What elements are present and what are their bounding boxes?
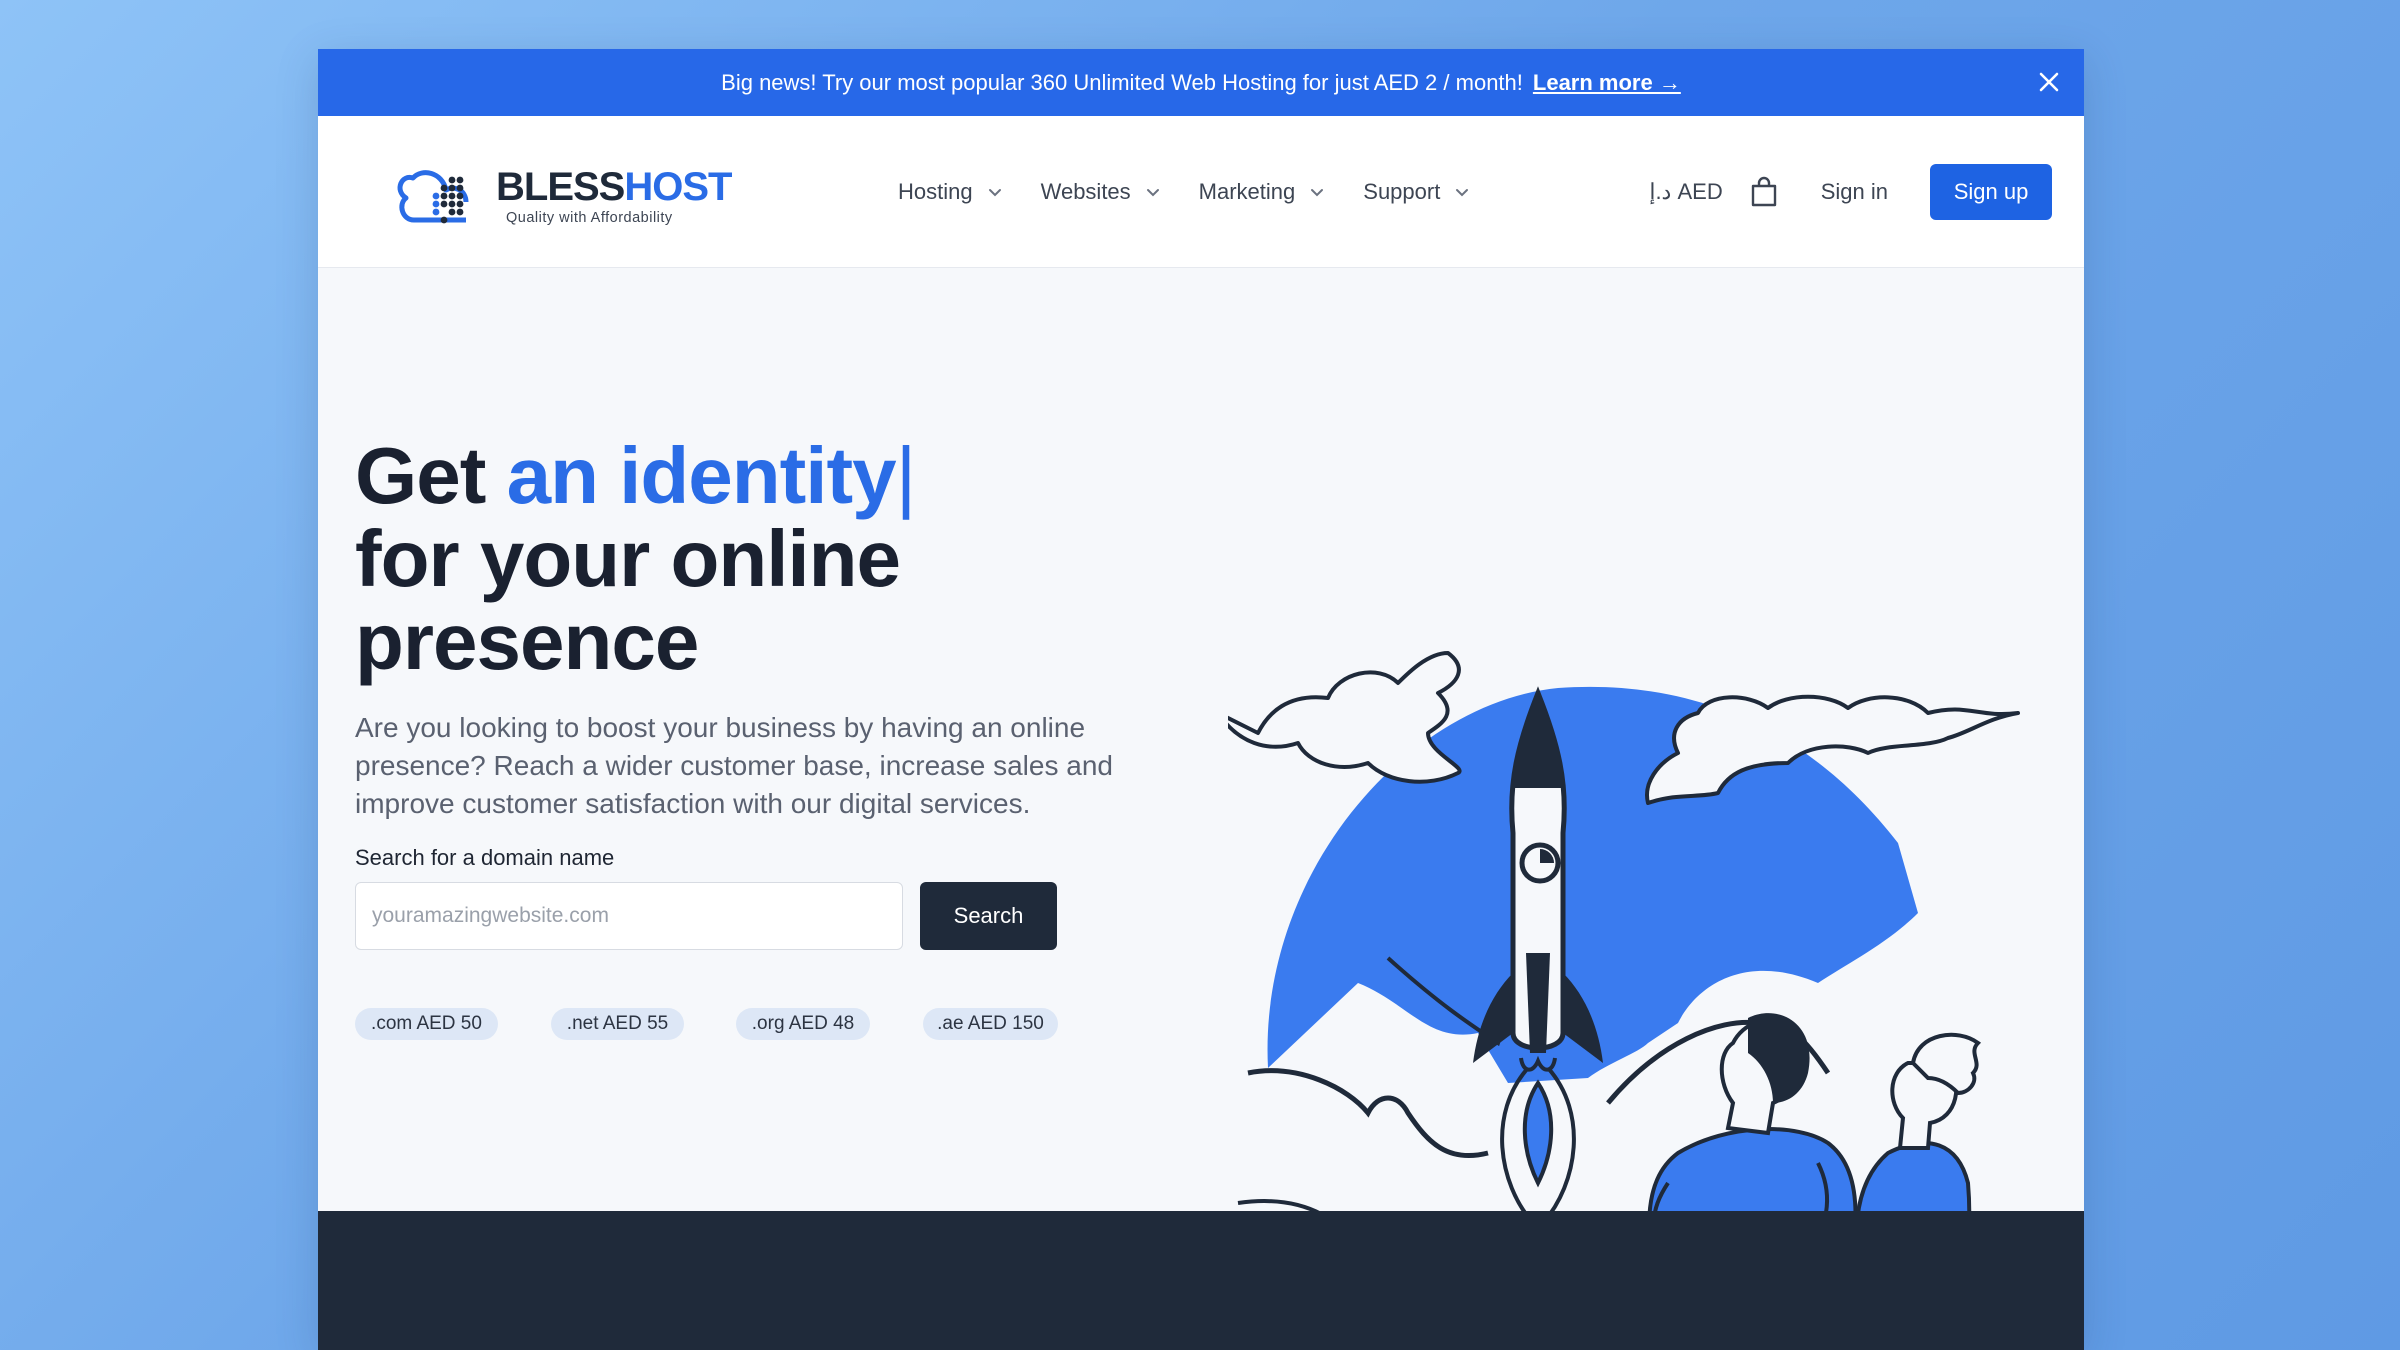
nav-support-label: Support <box>1363 179 1441 204</box>
hero-title-line3: presence <box>355 597 699 686</box>
sign-in-link[interactable]: Sign in <box>1821 179 1888 205</box>
domain-search-label: Search for a domain name <box>355 845 615 870</box>
nav-marketing[interactable]: Marketing <box>1199 179 1326 205</box>
hero-title: Get an identity| for your online presenc… <box>355 434 1055 683</box>
nav-marketing-label: Marketing <box>1198 179 1296 204</box>
shopping-bag-icon[interactable] <box>1749 176 1779 208</box>
brand-name-part1: BLESS <box>496 165 625 209</box>
announcement-bar: Big news! Try our most popular 360 Unlim… <box>318 49 2084 116</box>
chevron-down-icon <box>1456 189 1469 197</box>
nav-support[interactable]: Support <box>1363 179 1470 205</box>
domain-search-input[interactable] <box>355 882 903 950</box>
nav-hosting-label: Hosting <box>898 179 973 204</box>
nav-websites[interactable]: Websites <box>1041 179 1161 205</box>
brand-name-part2: HOST <box>624 165 732 209</box>
chevron-down-icon <box>1146 189 1159 197</box>
nav-websites-label: Websites <box>1040 179 1131 204</box>
sign-up-button[interactable]: Sign up <box>1930 164 2052 220</box>
tld-net[interactable]: .net AED 55 <box>551 1008 684 1040</box>
close-icon[interactable] <box>2034 67 2064 97</box>
dark-section-strip <box>318 1211 2084 1350</box>
hero-section: Get an identity| for your online presenc… <box>318 268 2084 1326</box>
announcement-text: Big news! Try our most popular 360 Unlim… <box>721 69 1523 95</box>
hero-title-lead: Get <box>355 431 507 520</box>
tld-org[interactable]: .org AED 48 <box>736 1008 870 1040</box>
main-nav: Hosting Websites Marketing Support <box>898 116 1470 268</box>
currency-selector[interactable]: د.إ AED <box>1649 179 1722 205</box>
site-header: BLESSHOST Quality with Affordability Hos… <box>318 116 2084 268</box>
domain-search-button[interactable]: Search <box>920 882 1057 950</box>
tld-ae-label: .ae AED 150 <box>937 1013 1044 1034</box>
blesshost-logo[interactable]: BLESSHOST Quality with Affordability <box>396 150 736 234</box>
tld-org-label: .org AED 48 <box>751 1013 855 1034</box>
tld-ae[interactable]: .ae AED 150 <box>923 1008 1058 1040</box>
svg-text:BLESSHOST: BLESSHOST <box>496 165 732 209</box>
hero-title-line2: for your online <box>355 514 901 603</box>
browser-page: Big news! Try our most popular 360 Unlim… <box>318 49 2084 1350</box>
hero-subtitle: Are you looking to boost your business b… <box>355 712 1113 819</box>
tld-com-label: .com AED 50 <box>371 1013 482 1034</box>
tld-net-label: .net AED 55 <box>566 1013 669 1034</box>
nav-hosting[interactable]: Hosting <box>898 179 1003 205</box>
brand-tagline: Quality with Affordability <box>506 210 673 226</box>
hero-title-accent: an identity <box>506 431 897 520</box>
typing-caret: | <box>895 431 917 520</box>
header-tools: د.إ AED Sign in Sign up <box>1649 116 2052 268</box>
chevron-down-icon <box>988 189 1001 197</box>
chevron-down-icon <box>1311 189 1324 197</box>
tld-com[interactable]: .com AED 50 <box>355 1008 498 1040</box>
learn-more-link[interactable]: Learn more → <box>1533 70 1681 96</box>
